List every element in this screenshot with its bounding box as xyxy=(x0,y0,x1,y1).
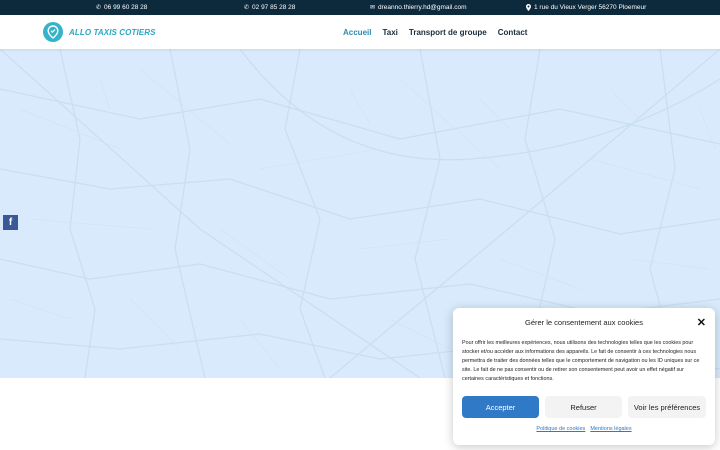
topbar-email[interactable]: ✉ dreanno.thierry.hd@gmail.com xyxy=(370,0,467,15)
topbar-address: 1 rue du Vieux Verger 56270 Ploemeur xyxy=(526,0,646,15)
location-pin-icon xyxy=(526,4,531,11)
cookie-policy-link[interactable]: Politique de cookies xyxy=(536,426,585,432)
site-logo[interactable]: ALLO TAXIS COTIERS xyxy=(43,22,156,42)
cookie-consent-dialog: Gérer le consentement aux cookies ✕ Pour… xyxy=(453,308,715,445)
site-header: ALLO TAXIS COTIERS Accueil Taxi Transpor… xyxy=(0,15,720,49)
refuse-button[interactable]: Refuser xyxy=(545,396,622,418)
nav-item-taxi[interactable]: Taxi xyxy=(382,28,397,37)
topbar-phone-1-text: 06 99 60 28 28 xyxy=(104,4,148,11)
consent-links: Politique de cookies Mentions légales xyxy=(453,426,715,432)
logo-pin-icon xyxy=(43,22,63,42)
preferences-button[interactable]: Voir les préférences xyxy=(628,396,706,418)
top-info-bar: ✆ 06 99 60 28 28 ✆ 02 97 85 28 28 ✉ drea… xyxy=(0,0,720,15)
facebook-icon: f xyxy=(8,217,13,228)
email-icon: ✉ xyxy=(370,4,376,11)
close-icon[interactable]: ✕ xyxy=(697,316,706,329)
logo-text: ALLO TAXIS COTIERS xyxy=(69,27,156,37)
nav-item-accueil[interactable]: Accueil xyxy=(343,28,371,37)
main-nav: Accueil Taxi Transport de groupe Contact xyxy=(343,15,527,49)
phone-icon: ✆ xyxy=(244,4,250,11)
nav-item-transport-de-groupe[interactable]: Transport de groupe xyxy=(409,28,487,37)
phone-icon: ✆ xyxy=(96,4,102,11)
nav-item-contact[interactable]: Contact xyxy=(498,28,528,37)
legal-notice-link[interactable]: Mentions légales xyxy=(590,426,631,432)
topbar-phone-1[interactable]: ✆ 06 99 60 28 28 xyxy=(96,0,147,15)
topbar-phone-2[interactable]: ✆ 02 97 85 28 28 xyxy=(244,0,295,15)
consent-text: Pour offrir les meilleures expériences, … xyxy=(462,340,700,382)
accept-button[interactable]: Accepter xyxy=(462,396,539,418)
topbar-email-text: dreanno.thierry.hd@gmail.com xyxy=(378,4,467,11)
facebook-share-button[interactable]: f xyxy=(3,215,18,230)
topbar-phone-2-text: 02 97 85 28 28 xyxy=(252,4,296,11)
consent-title: Gérer le consentement aux cookies xyxy=(525,318,643,327)
topbar-address-text: 1 rue du Vieux Verger 56270 Ploemeur xyxy=(534,4,647,11)
